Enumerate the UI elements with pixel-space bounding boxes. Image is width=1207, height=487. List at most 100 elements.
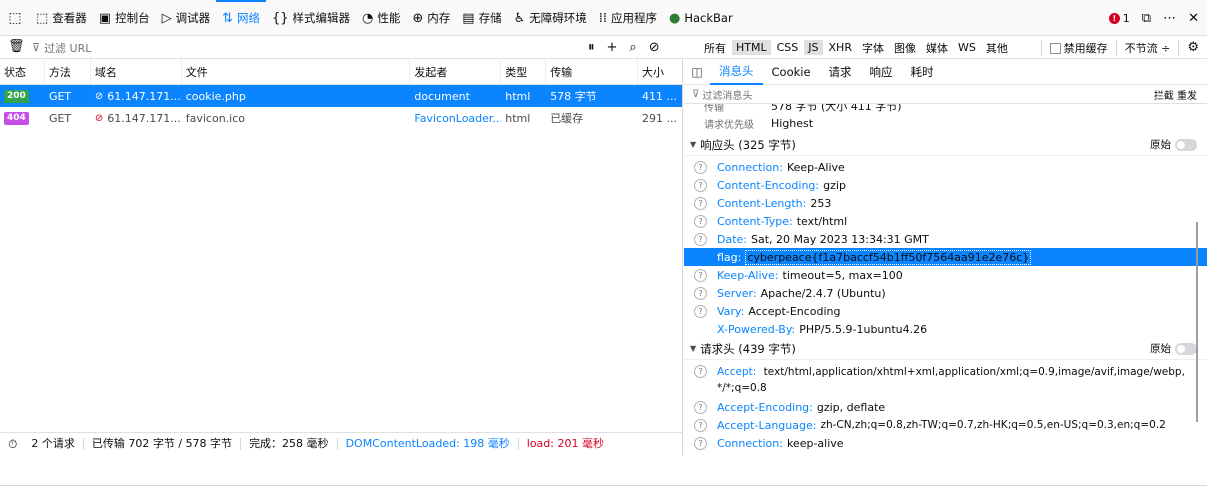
- filter-headers-input[interactable]: ⊽ 过滤消息头 拦截 重发: [684, 85, 1207, 104]
- raw-toggle[interactable]: 原始: [1150, 137, 1197, 152]
- tab-response[interactable]: 响应: [861, 59, 902, 85]
- tab-network[interactable]: ⇅ 网络: [216, 0, 266, 36]
- type-filter-fonts[interactable]: 字体: [858, 39, 888, 57]
- tab-memory[interactable]: ⊕ 内存: [406, 0, 456, 36]
- header-row[interactable]: ? Content-Encoding: gzip: [684, 176, 1207, 194]
- help-icon[interactable]: ?: [694, 196, 707, 210]
- settings-gear-icon[interactable]: ⚙: [1187, 40, 1199, 55]
- header-row[interactable]: ? Accept-Language: zh-CN,zh;q=0.8,zh-TW;q=…: [684, 416, 1207, 434]
- header-row[interactable]: ? Vary: Accept-Encoding: [684, 302, 1207, 320]
- tab-style-editor[interactable]: {} 样式编辑器: [266, 0, 356, 36]
- header-row[interactable]: ? Content-Type: text/html: [684, 212, 1207, 230]
- filter-url-input[interactable]: ⊽ 过滤 URL: [32, 36, 91, 59]
- help-icon[interactable]: ?: [694, 286, 707, 300]
- more-options-icon[interactable]: ⋯: [1163, 11, 1176, 26]
- type-filter-css[interactable]: CSS: [773, 40, 803, 55]
- tab-accessibility[interactable]: ♿ 无障碍环境: [508, 0, 593, 36]
- column-header-method[interactable]: 方法: [45, 59, 91, 84]
- help-icon[interactable]: ?: [694, 304, 707, 318]
- tab-application[interactable]: ⁞⁞ 应用程序: [593, 0, 663, 36]
- dock-toggle-icon[interactable]: ⧉: [1142, 11, 1151, 26]
- tab-request[interactable]: 请求: [820, 59, 861, 85]
- help-icon[interactable]: ?: [694, 268, 707, 282]
- column-header-initiator[interactable]: 发起者: [410, 59, 502, 84]
- help-icon[interactable]: ?: [694, 418, 707, 432]
- scrollbar[interactable]: [1196, 222, 1198, 422]
- tab-performance[interactable]: ◔ 性能: [356, 0, 406, 36]
- header-row[interactable]: ? Connection: Keep-Alive: [684, 158, 1207, 176]
- tab-cookies[interactable]: Cookie: [763, 59, 820, 85]
- header-row[interactable]: ? Date: Sat, 20 May 2023 13:34:31 GMT: [684, 230, 1207, 248]
- header-row[interactable]: ? Content-Length: 253: [684, 194, 1207, 212]
- tab-inspector[interactable]: ⬚ 查看器: [30, 0, 93, 36]
- help-icon[interactable]: ?: [694, 214, 707, 228]
- header-name: Content-Encoding:: [717, 178, 820, 192]
- block-resend-actions[interactable]: 拦截 重发: [1154, 87, 1197, 102]
- type-filter-ws[interactable]: WS: [954, 40, 980, 55]
- initiator-cell[interactable]: document: [410, 85, 501, 107]
- column-header-domain[interactable]: 域名: [91, 59, 182, 84]
- header-row[interactable]: X-Powered-By: PHP/5.5.9-1ubuntu4.26: [684, 320, 1207, 338]
- table-row[interactable]: 404 GET ⊘ 61.147.171.... favicon.ico Favi…: [0, 107, 682, 129]
- throttle-select[interactable]: 不节流 ÷: [1125, 40, 1171, 56]
- help-icon[interactable]: ?: [694, 400, 707, 414]
- tab-console[interactable]: ▣ 控制台: [93, 0, 156, 36]
- type-filter-xhr[interactable]: XHR: [825, 40, 856, 55]
- status-badge: 200: [4, 89, 29, 103]
- add-icon[interactable]: +: [607, 40, 618, 55]
- search-icon[interactable]: ⌕: [629, 40, 636, 55]
- block-icon[interactable]: ⊘: [649, 40, 660, 55]
- response-headers-section[interactable]: ▼ 响应头 (325 字节) 原始: [684, 134, 1207, 156]
- filter-url-placeholder: 过滤 URL: [44, 41, 92, 55]
- header-row-selected[interactable]: flag: cyberpeace{f1a7baccf54b1ff50f7564aa…: [684, 248, 1207, 266]
- header-row[interactable]: ? Keep-Alive: timeout=5, max=100: [684, 266, 1207, 284]
- close-icon[interactable]: ✕: [1188, 11, 1199, 26]
- raw-toggle[interactable]: 原始: [1150, 341, 1197, 356]
- flag-value[interactable]: cyberpeace{f1a7baccf54b1ff50f7564aa91e2e…: [745, 249, 1032, 265]
- column-header-status[interactable]: 状态: [0, 59, 45, 84]
- header-name: Accept-Encoding:: [717, 400, 813, 414]
- toggle-sidebar-icon[interactable]: ◫: [684, 59, 710, 85]
- raw-label: 原始: [1150, 139, 1171, 151]
- performance-analysis-icon[interactable]: ⏱: [0, 437, 23, 452]
- column-header-type[interactable]: 类型: [501, 59, 547, 84]
- request-count: 2 个请求: [23, 438, 84, 450]
- header-row[interactable]: ? Server: Apache/2.4.7 (Ubuntu): [684, 284, 1207, 302]
- column-header-size[interactable]: 大小: [638, 59, 682, 84]
- clear-trash-icon[interactable]: 🗑: [8, 39, 25, 54]
- summary-row: 请求优先级 Highest: [684, 114, 1207, 132]
- table-row[interactable]: 200 GET ⊘ 61.147.171.... cookie.php docum…: [0, 85, 682, 107]
- help-icon[interactable]: ?: [694, 160, 707, 174]
- help-icon[interactable]: ?: [694, 436, 707, 450]
- type-filter-other[interactable]: 其他: [982, 39, 1012, 57]
- disable-cache-checkbox[interactable]: 禁用缓存: [1049, 40, 1108, 56]
- help-icon[interactable]: ?: [694, 178, 707, 192]
- tab-headers[interactable]: 消息头: [710, 59, 763, 85]
- initiator-cell[interactable]: FaviconLoader....: [410, 107, 501, 129]
- error-count-badge[interactable]: ! 1: [1108, 12, 1130, 25]
- type-filter-media[interactable]: 媒体: [922, 39, 952, 57]
- help-icon[interactable]: ?: [694, 232, 707, 246]
- type-filter-html[interactable]: HTML: [732, 40, 771, 55]
- header-row[interactable]: ? Connection: keep-alive: [684, 434, 1207, 452]
- divider: [1115, 39, 1117, 56]
- column-header-file[interactable]: 文件: [182, 59, 411, 84]
- column-header-transferred[interactable]: 传输: [546, 59, 639, 84]
- tab-storage[interactable]: ▤ 存储: [456, 0, 507, 36]
- header-row[interactable]: ? Accept-Encoding: gzip, deflate: [684, 398, 1207, 416]
- section-title: 请求头 (439 字节): [700, 341, 796, 356]
- type-filter-images[interactable]: 图像: [890, 39, 920, 57]
- help-icon[interactable]: ?: [694, 365, 707, 378]
- tab-debugger[interactable]: ▷ 调试器: [156, 0, 217, 36]
- request-table-header: 状态 方法 域名 文件 发起者 类型 传输 大小: [0, 59, 682, 85]
- element-picker-icon[interactable]: ⬚: [0, 0, 30, 36]
- type-filter-all[interactable]: 所有: [700, 39, 730, 57]
- tab-label: 查看器: [52, 11, 87, 25]
- domain-cell: ⊘ 61.147.171....: [91, 107, 182, 129]
- request-headers-section[interactable]: ▼ 请求头 (439 字节) 原始: [684, 338, 1207, 360]
- tab-timings[interactable]: 耗时: [902, 59, 943, 85]
- pause-icon[interactable]: ⏸: [588, 40, 595, 55]
- tab-hackbar[interactable]: ● HackBar: [663, 0, 739, 36]
- header-row[interactable]: ? Accept: text/html,application/xhtml+xml…: [684, 362, 1207, 398]
- type-filter-js[interactable]: JS: [804, 40, 823, 55]
